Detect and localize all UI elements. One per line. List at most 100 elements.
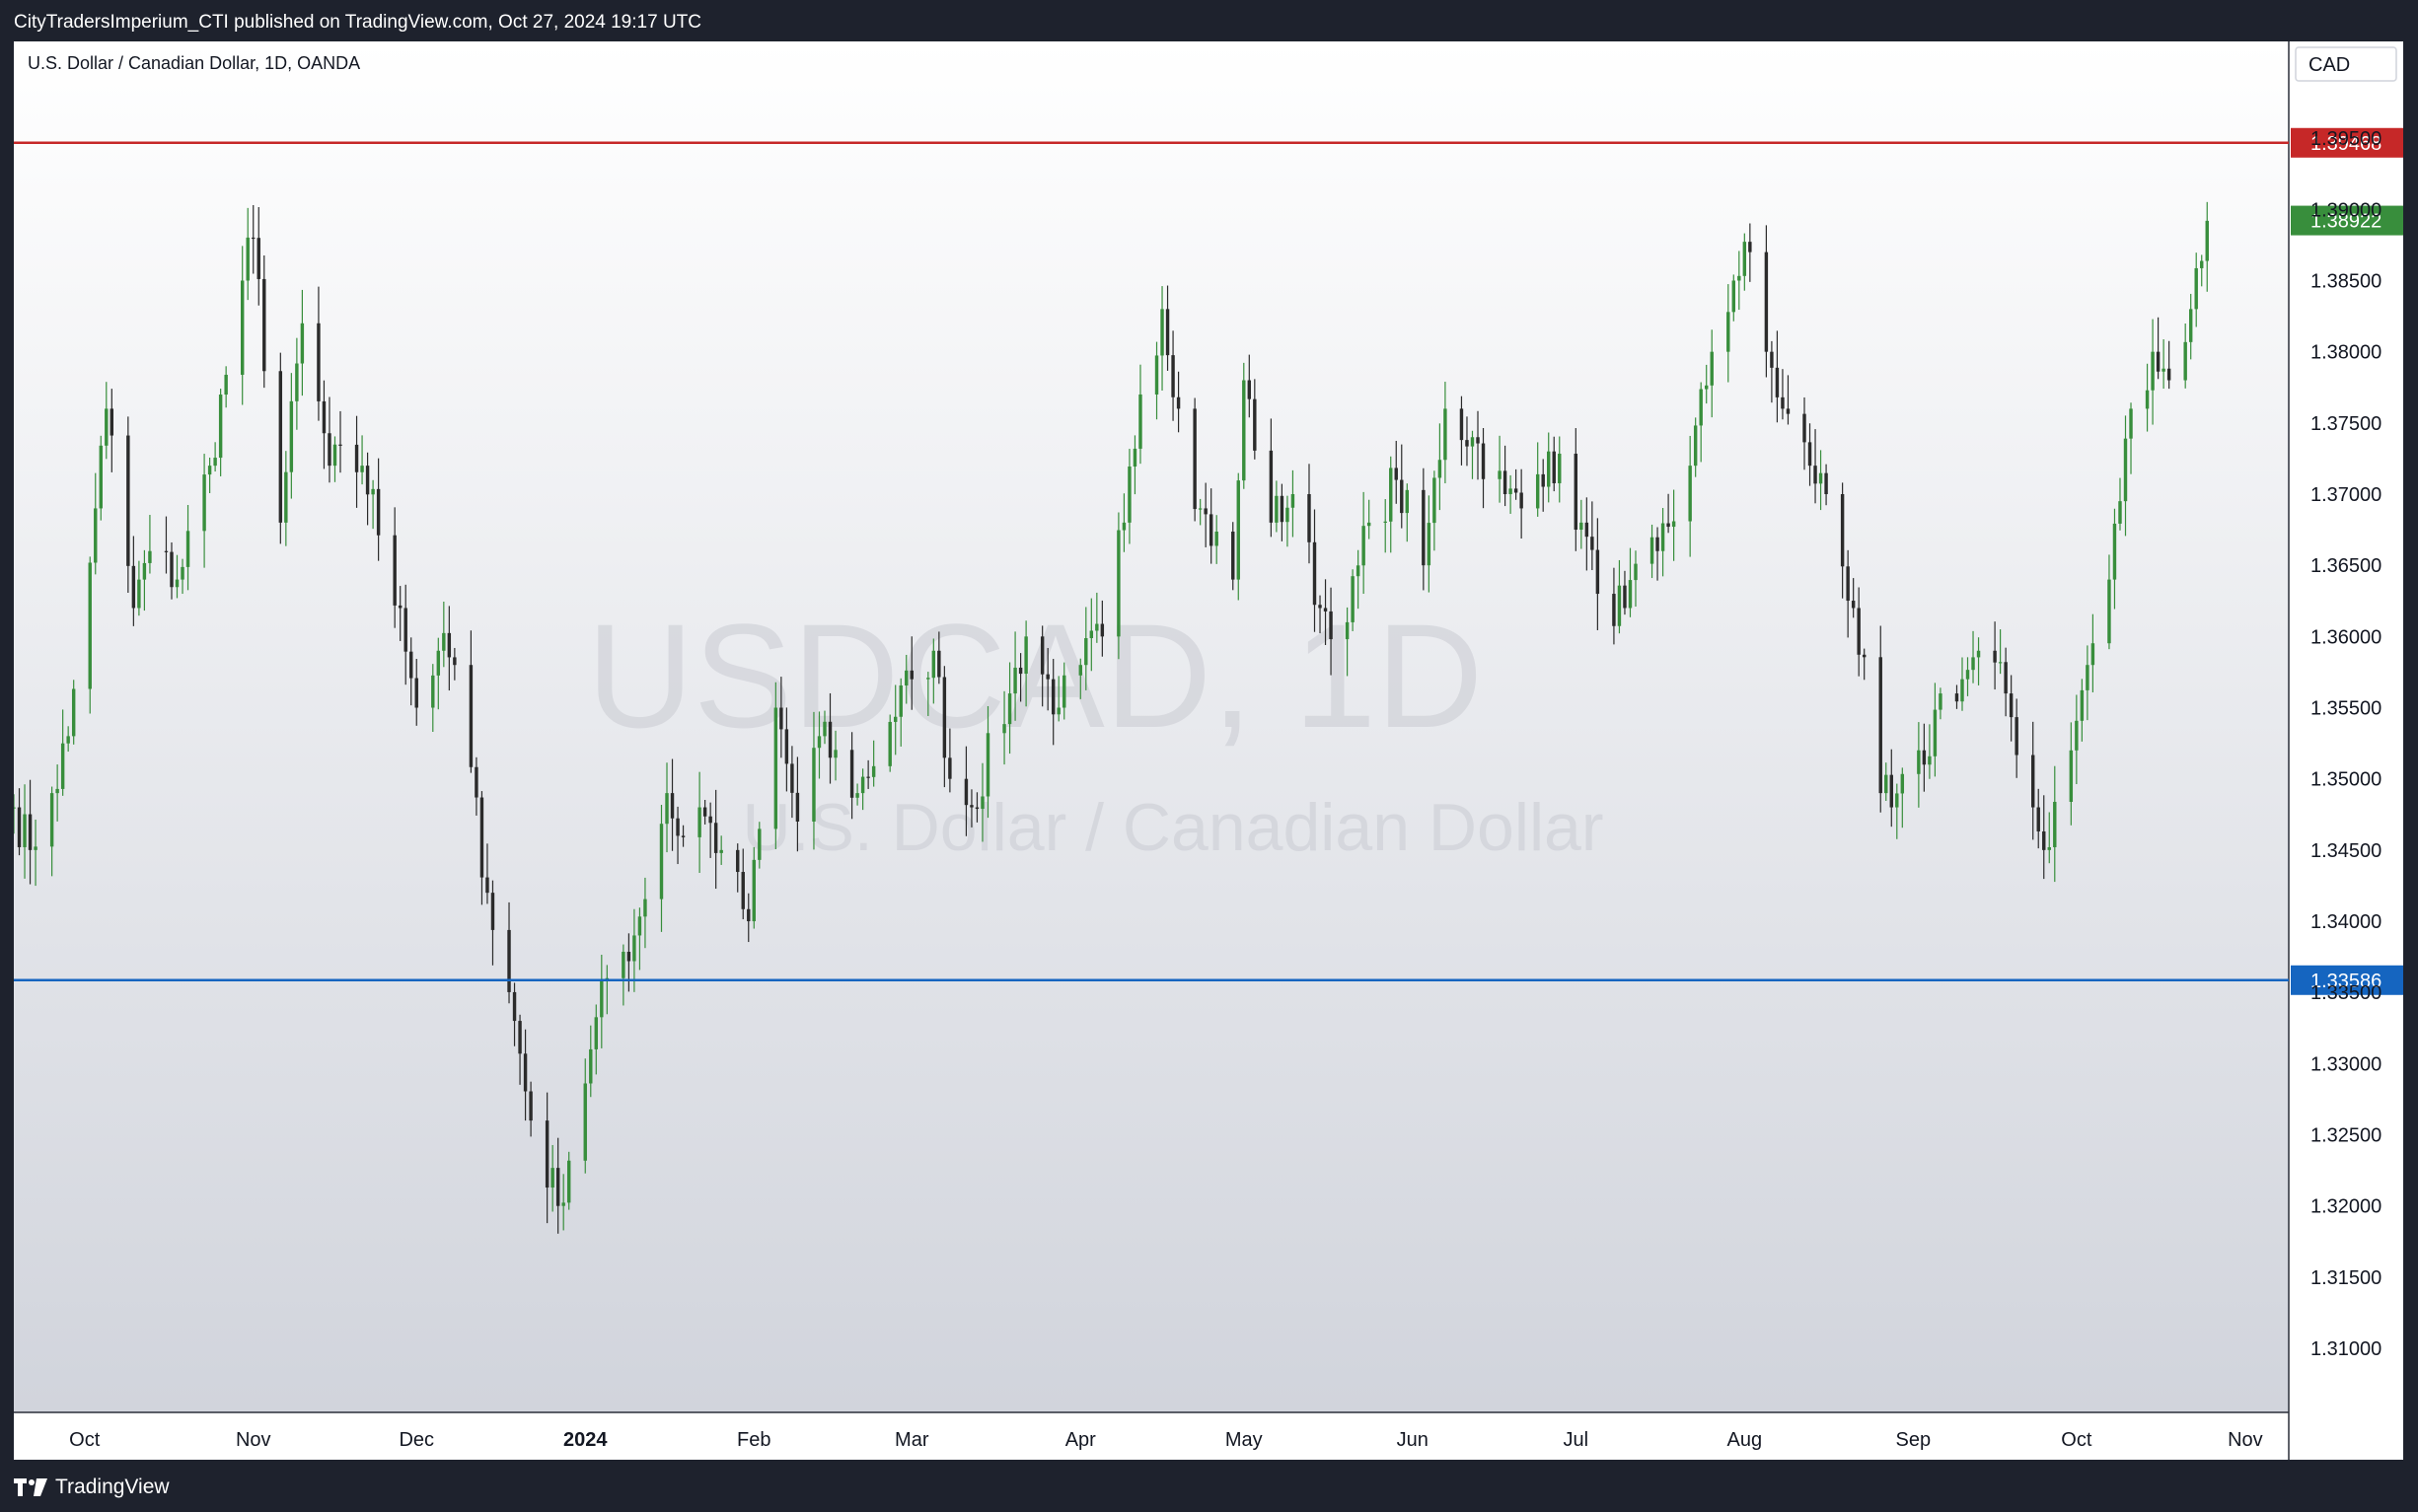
time-tick-label: Sep: [1896, 1429, 1932, 1451]
candle-body: [300, 323, 305, 364]
candle-body: [523, 1053, 528, 1092]
candle-body: [60, 743, 65, 789]
candle-body: [1579, 522, 1583, 531]
footer-branding: TradingView: [14, 1470, 170, 1505]
candle-body: [398, 605, 403, 609]
candle-body: [1242, 380, 1246, 481]
candle-body: [17, 807, 22, 847]
candle-body: [2036, 807, 2040, 831]
candle-body: [1236, 480, 1240, 580]
candlestick-chart[interactable]: USDCAD, 1D U.S. Dollar / Canadian Dollar…: [14, 41, 2403, 1460]
candle-body: [1329, 611, 1333, 640]
candle-body: [1552, 451, 1556, 483]
candle-body: [1356, 565, 1360, 577]
candle-body: [131, 565, 136, 609]
candle-body: [442, 632, 446, 651]
candle-body: [332, 444, 337, 467]
candle-body: [948, 757, 952, 779]
candle: [1193, 397, 1197, 522]
candle-body: [1742, 242, 1747, 276]
time-tick-label: Nov: [2228, 1429, 2263, 1451]
candle-body: [665, 793, 669, 825]
candle-body: [2107, 579, 2111, 644]
candle-body: [773, 707, 778, 829]
candle-body: [1824, 472, 1828, 495]
candle-body: [622, 952, 625, 978]
candle-body: [1366, 522, 1371, 527]
candle-body: [1574, 453, 1578, 531]
time-tick-label: 2024: [563, 1429, 608, 1451]
candle-body: [1247, 380, 1252, 399]
candle-body: [1443, 408, 1447, 461]
watermark-name: U.S. Dollar / Canadian Dollar: [742, 790, 1603, 865]
chart-pane[interactable]: USDCAD, 1D U.S. Dollar / Canadian Dollar…: [14, 41, 2403, 1460]
time-tick-label: Jun: [1397, 1429, 1429, 1451]
price-tick-label: 1.32000: [2310, 1196, 2381, 1218]
candle-body: [1383, 521, 1387, 523]
candle-body: [555, 1168, 560, 1206]
price-tick-label: 1.39500: [2310, 128, 2381, 150]
candle-body: [240, 280, 245, 375]
candle-body: [1519, 492, 1523, 509]
candle-body: [708, 816, 712, 824]
candle-body: [23, 814, 27, 847]
candle-body: [28, 814, 33, 850]
candle-body: [1351, 576, 1355, 622]
candle-body: [643, 899, 647, 917]
candle-body: [1018, 667, 1023, 675]
price-tick-label: 1.31000: [2310, 1338, 2381, 1360]
candle-body: [1933, 709, 1938, 756]
candle-body: [2112, 523, 2117, 580]
candle-body: [1764, 252, 1769, 352]
price-tick-label: 1.36000: [2310, 626, 2381, 648]
price-tick-label: 1.39000: [2310, 199, 2381, 221]
candle-body: [1590, 537, 1594, 550]
candle-body: [1013, 667, 1017, 694]
candle-body: [1671, 521, 1676, 528]
candle-body: [181, 566, 184, 580]
candle-body: [2188, 309, 2193, 342]
price-tick-label: 1.32500: [2310, 1125, 2381, 1147]
candle-body: [637, 916, 642, 936]
candle-body: [289, 400, 294, 472]
candle-body: [1057, 707, 1061, 715]
candle-body: [284, 471, 288, 523]
watermark-symbol: USDCAD, 1D: [587, 593, 1484, 758]
candle-body: [849, 750, 854, 798]
candle-body: [1133, 448, 1137, 468]
candle-body: [812, 748, 816, 822]
candle-body: [365, 466, 370, 495]
candle-body: [1547, 451, 1551, 487]
candle-body: [2015, 717, 2018, 756]
candle-body: [1971, 657, 1975, 671]
candle-body: [148, 550, 152, 563]
candle-body: [888, 721, 892, 766]
candle-body: [1813, 466, 1817, 484]
candle-body: [213, 458, 217, 467]
candle-body: [697, 807, 701, 837]
candle-body: [600, 979, 604, 1018]
price-tick-label: 1.33000: [2310, 1053, 2381, 1075]
candle-body: [1710, 351, 1714, 386]
candle-body: [1884, 774, 1888, 794]
candle-body: [795, 792, 800, 822]
candle-body: [910, 670, 914, 680]
candle-body: [719, 849, 723, 853]
candle-body: [99, 445, 103, 509]
price-tick-label: 1.37500: [2310, 413, 2381, 435]
candle-body: [986, 733, 990, 797]
candle-body: [479, 797, 484, 878]
candle-body: [1214, 531, 1218, 546]
candle-body: [126, 435, 130, 566]
candle-body: [137, 579, 141, 609]
candle-body: [1704, 385, 1709, 390]
candle-body: [164, 550, 169, 552]
candle-body: [942, 677, 947, 758]
candle-body: [1851, 601, 1856, 609]
candle-body: [1394, 468, 1398, 480]
candle-body: [1095, 623, 1099, 631]
candle-body: [338, 444, 342, 446]
candle-body: [866, 776, 870, 778]
candle-body: [1400, 479, 1404, 514]
candle-body: [1089, 630, 1094, 639]
